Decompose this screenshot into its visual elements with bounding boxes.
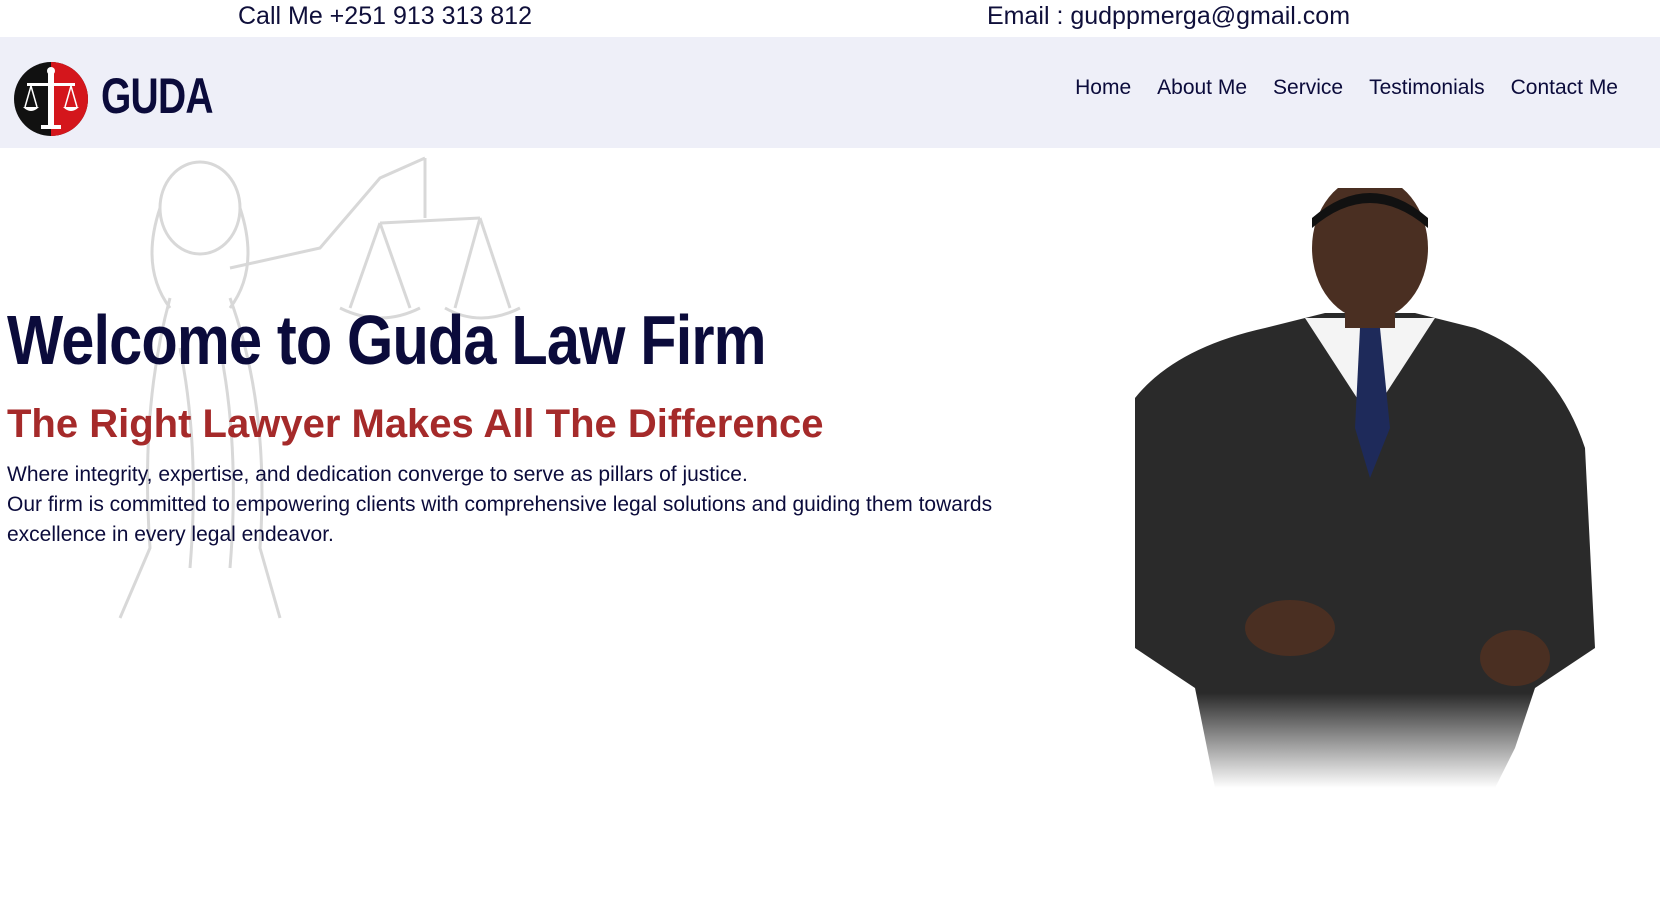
nav-service[interactable]: Service <box>1273 76 1343 100</box>
email-address[interactable]: Email : gudppmerga@gmail.com <box>987 2 1350 31</box>
navbar: GUDA Home About Me Service Testimonials … <box>0 37 1660 148</box>
hero-description-line-2: Our firm is committed to empowering clie… <box>7 493 993 546</box>
lawyer-portrait-image <box>1135 188 1595 788</box>
nav-testimonials[interactable]: Testimonials <box>1369 76 1485 100</box>
hero-title: Welcome to Guda Law Firm <box>7 301 767 379</box>
nav-contact-me[interactable]: Contact Me <box>1511 76 1618 100</box>
nav-about-me[interactable]: About Me <box>1157 76 1247 100</box>
hero-description-line-1: Where integrity, expertise, and dedicati… <box>7 463 748 486</box>
brand-name[interactable]: GUDA <box>101 67 213 125</box>
main-nav: Home About Me Service Testimonials Conta… <box>1075 76 1618 100</box>
hero-subtitle: The Right Lawyer Makes All The Differenc… <box>7 402 824 446</box>
phone-number[interactable]: Call Me +251 913 313 812 <box>238 2 532 31</box>
hero-description: Where integrity, expertise, and dedicati… <box>7 460 1007 550</box>
nav-home[interactable]: Home <box>1075 76 1131 100</box>
scales-of-justice-icon[interactable] <box>13 61 89 137</box>
lady-justice-illustration <box>118 156 521 619</box>
top-contact-bar: Call Me +251 913 313 812 Email : gudppme… <box>0 0 1660 37</box>
